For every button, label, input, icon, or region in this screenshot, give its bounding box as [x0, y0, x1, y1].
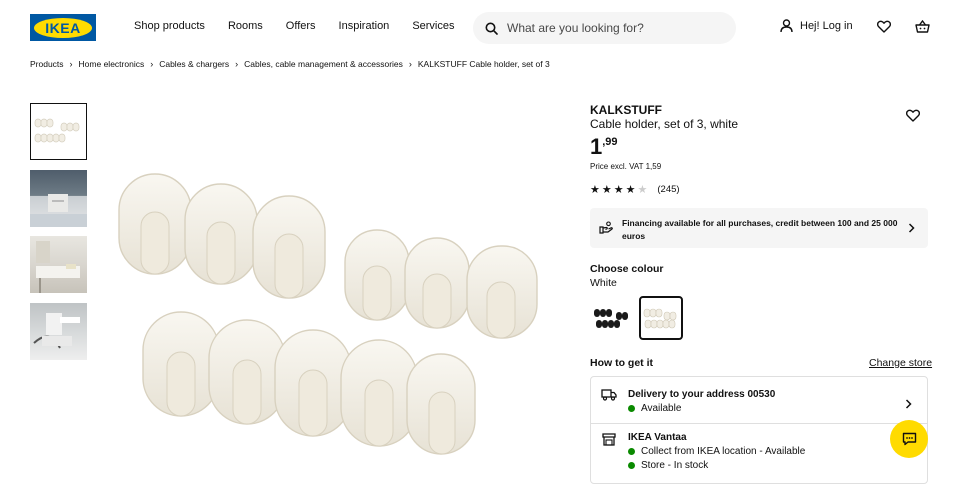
site-header: IKEA Shop products Rooms Offers Inspirat…	[0, 0, 960, 56]
delivery-row[interactable]: Delivery to your address 00530 Available	[591, 377, 927, 423]
store-collect: Collect from IKEA location - Available	[628, 446, 805, 457]
basket-icon	[914, 19, 930, 33]
nav-rooms[interactable]: Rooms	[228, 20, 263, 32]
breadcrumb-products[interactable]: Products	[30, 59, 64, 69]
colour-swatch-white[interactable]	[639, 296, 683, 340]
financing-text: Financing available for all purchases, c…	[622, 218, 898, 241]
nav-services[interactable]: Services	[412, 20, 454, 32]
financing-hand-icon	[599, 221, 613, 234]
chevron-right-icon: ›	[235, 59, 239, 69]
star-icon: ★	[601, 184, 612, 196]
rating[interactable]: ★ ★ ★ ★ ★ (245)	[590, 183, 680, 196]
cart-button[interactable]	[914, 19, 930, 33]
store-title: IKEA Vantaa	[628, 432, 687, 443]
nav-offers[interactable]: Offers	[286, 20, 316, 32]
main-nav: Shop products Rooms Offers Inspiration S…	[134, 20, 478, 32]
chevron-right-icon: ›	[408, 59, 412, 69]
available-dot-icon	[628, 405, 635, 412]
truck-icon	[601, 389, 617, 401]
nav-inspiration[interactable]: Inspiration	[339, 20, 390, 32]
nav-shop-products[interactable]: Shop products	[134, 20, 205, 32]
how-to-get-it-label: How to get it	[590, 357, 653, 369]
change-store-link[interactable]: Change store	[869, 357, 932, 369]
star-icon: ★	[625, 184, 636, 196]
selected-colour-name: White	[590, 277, 617, 289]
review-count: (245)	[657, 184, 680, 195]
financing-banner[interactable]: Financing available for all purchases, c…	[590, 208, 928, 248]
search-bar[interactable]	[473, 12, 736, 44]
ikea-logo[interactable]: IKEA	[30, 14, 96, 41]
room-scene-thumbnail	[30, 194, 87, 227]
breadcrumb: Products › Home electronics › Cables & c…	[30, 59, 550, 69]
available-dot-icon	[628, 448, 635, 455]
store-row[interactable]: IKEA Vantaa Collect from IKEA location -…	[591, 424, 927, 484]
favourites-button[interactable]	[876, 20, 891, 33]
white-cable-holder-swatch	[643, 308, 677, 329]
breadcrumb-home-electronics[interactable]: Home electronics	[79, 59, 145, 69]
product-name: KALKSTUFF	[590, 103, 662, 117]
store-collect-text: Collect from IKEA location - Available	[641, 446, 806, 457]
star-empty-icon: ★	[637, 184, 648, 196]
colour-swatch-black[interactable]	[590, 296, 634, 340]
store-stock-text: Store - In stock	[641, 460, 709, 471]
choose-colour-label: Choose colour	[590, 263, 664, 275]
login-label: Hej! Log in	[800, 20, 853, 32]
heart-icon	[905, 109, 921, 122]
cable-holder-thumbnail	[34, 118, 80, 143]
chevron-right-icon	[905, 399, 912, 409]
search-input[interactable]	[507, 21, 707, 35]
cable-detail-thumbnail	[33, 313, 80, 349]
chevron-right-icon: ›	[69, 59, 73, 69]
price-integer: 1	[590, 134, 603, 159]
header-actions: Hej! Log in	[780, 19, 930, 33]
chevron-right-icon	[908, 223, 915, 233]
user-icon	[780, 19, 793, 33]
breadcrumb-cable-management[interactable]: Cables, cable management & accessories	[244, 59, 403, 69]
product-price: 1,99	[590, 134, 618, 160]
desk-scene-thumbnail	[36, 241, 80, 293]
logo-text: IKEA	[45, 19, 81, 36]
thumbnail-1[interactable]	[30, 103, 87, 160]
delivery-title: Delivery to your address 00530	[628, 389, 776, 400]
available-dot-icon	[628, 462, 635, 469]
login-button[interactable]: Hej! Log in	[780, 19, 853, 33]
availability-box: Delivery to your address 00530 Available…	[590, 376, 928, 484]
thumbnail-2[interactable]	[30, 170, 87, 227]
black-cable-holder-swatch	[594, 309, 628, 328]
store-stock: Store - In stock	[628, 460, 708, 471]
thumbnail-4[interactable]	[30, 303, 87, 360]
product-description: Cable holder, set of 3, white	[590, 117, 739, 131]
price-excl-vat: Price excl. VAT 1,59	[590, 162, 662, 171]
heart-icon	[876, 20, 891, 33]
store-icon	[602, 433, 616, 446]
search-icon	[485, 22, 498, 35]
delivery-status-text: Available	[641, 403, 682, 414]
add-to-favourites-button[interactable]	[905, 109, 921, 127]
price-decimal: ,99	[602, 136, 618, 148]
breadcrumb-current[interactable]: KALKSTUFF Cable holder, set of 3	[418, 59, 550, 69]
main-product-image	[118, 173, 538, 455]
star-icon: ★	[613, 184, 624, 196]
thumbnail-3[interactable]	[30, 236, 87, 293]
chat-button[interactable]	[890, 420, 928, 458]
delivery-status: Available	[628, 403, 681, 414]
chevron-right-icon: ›	[150, 59, 154, 69]
star-icon: ★	[590, 184, 600, 196]
logo-oval: IKEA	[34, 17, 92, 38]
chat-icon	[902, 432, 916, 446]
breadcrumb-cables-chargers[interactable]: Cables & chargers	[159, 59, 229, 69]
